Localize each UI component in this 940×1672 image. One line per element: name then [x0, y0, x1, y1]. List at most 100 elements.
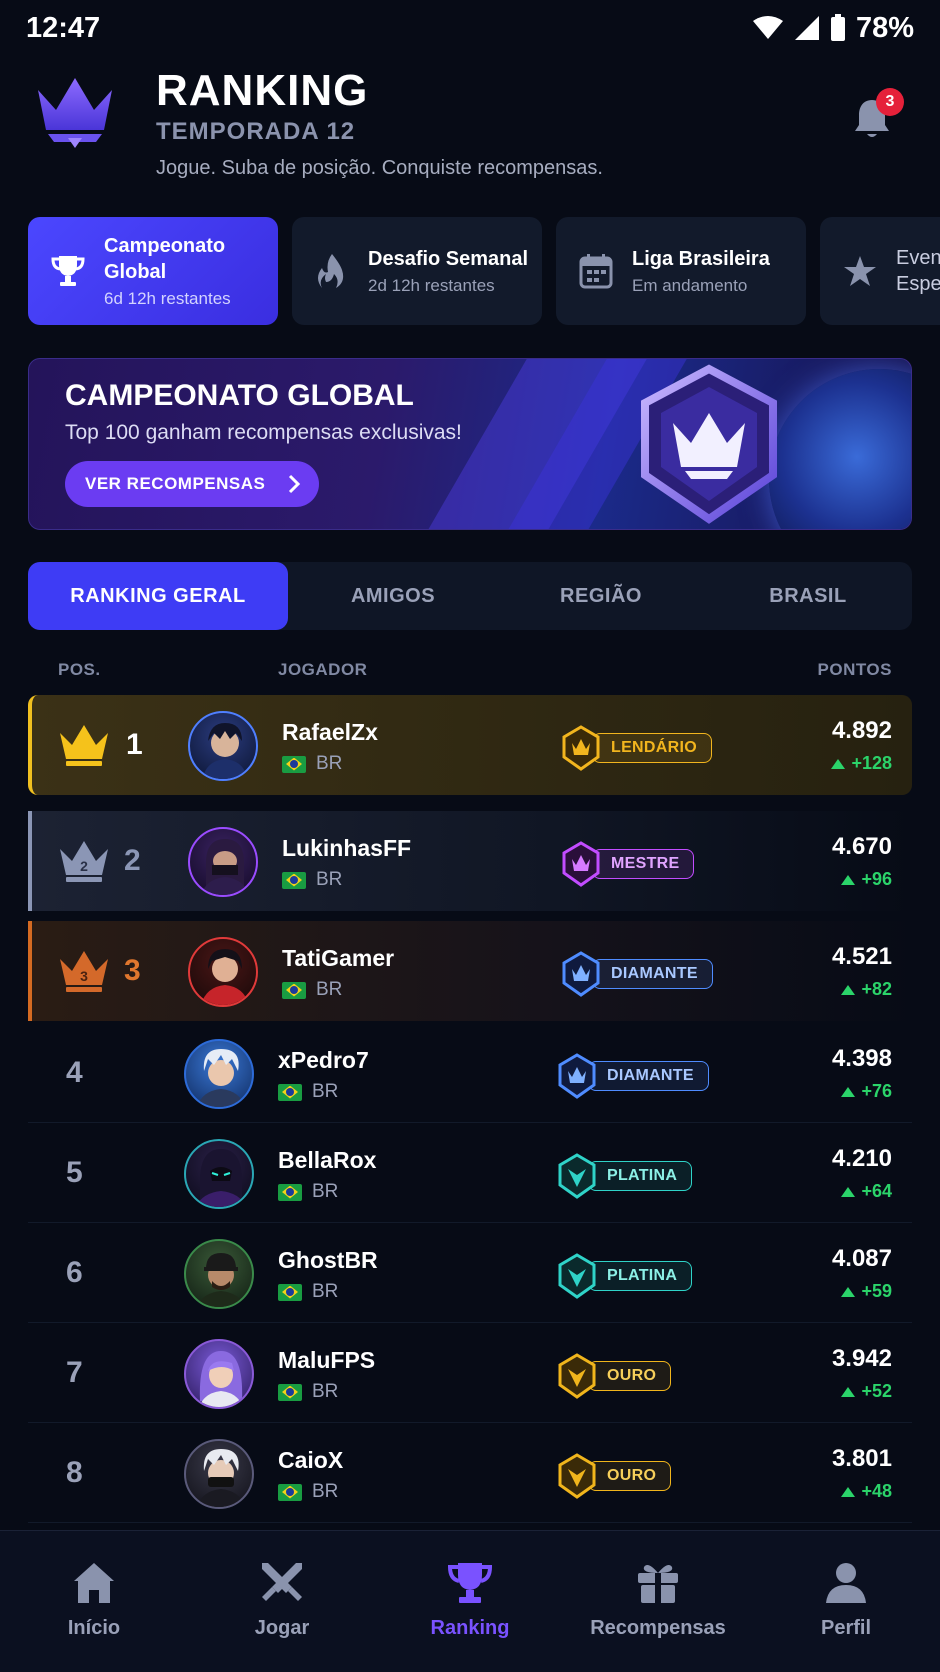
page-title: RANKING — [156, 66, 369, 115]
arrow-up-icon — [841, 1086, 856, 1097]
gift-icon — [638, 1565, 678, 1603]
player-points: 4.670 — [831, 833, 892, 860]
nav-label: Ranking — [430, 1617, 510, 1639]
avatar[interactable] — [188, 711, 258, 781]
tier-label: PLATINA — [588, 1261, 693, 1291]
tier-badge: OURO — [556, 1453, 672, 1499]
event-card-campeonato-global[interactable]: Campeonato Global 6d 12h restantes — [28, 217, 278, 325]
nav-label: Perfil — [820, 1617, 872, 1639]
table-row[interactable]: 6 GhostBR BR PLATINA 4.087 +59 — [28, 1223, 912, 1323]
event-name-line1: Campeonato — [104, 235, 226, 257]
gold-crown-icon — [60, 725, 108, 766]
battery-percent: 78% — [855, 11, 914, 44]
user-icon — [826, 1563, 866, 1603]
nav-item-inicio[interactable]: Início — [0, 1531, 188, 1672]
championship-emblem-icon — [641, 364, 777, 524]
event-time: 6d 12h restantes — [104, 289, 231, 308]
tier-badge: MESTRE — [560, 841, 695, 887]
points-delta: +59 — [861, 1281, 892, 1301]
trophy-icon — [447, 1563, 493, 1603]
position-number: 8 — [66, 1456, 83, 1489]
event-time: 2d 12h restantes — [368, 276, 495, 295]
tab-ranking-geral[interactable]: RANKING GERAL — [28, 562, 288, 630]
avatar[interactable] — [188, 937, 258, 1007]
avatar[interactable] — [184, 1039, 254, 1109]
gold-tier-icon — [558, 1453, 596, 1499]
player-name[interactable]: BellaRox — [278, 1147, 376, 1174]
player-name[interactable]: RafaelZx — [282, 719, 378, 746]
event-card-especial[interactable]: Even Espe — [820, 217, 940, 325]
country-code: BR — [316, 753, 343, 774]
event-time: Em andamento — [632, 276, 748, 295]
player-name[interactable]: MaluFPS — [278, 1347, 375, 1374]
avatar[interactable] — [184, 1239, 254, 1309]
brazil-flag-icon — [278, 1183, 302, 1201]
event-card-desafio-semanal[interactable]: Desafio Semanal 2d 12h restantes — [292, 217, 542, 325]
season-label: TEMPORADA 12 — [156, 118, 356, 145]
tier-badge: DIAMANTE — [560, 951, 713, 997]
points-delta: +64 — [861, 1181, 892, 1201]
home-icon — [74, 1563, 114, 1603]
player-country: BR — [282, 979, 342, 1001]
player-points: 4.087 — [831, 1245, 892, 1272]
tab-amigos[interactable]: AMIGOS — [288, 562, 498, 630]
brazil-flag-icon — [278, 1283, 302, 1301]
player-name[interactable]: TatiGamer — [282, 945, 394, 972]
table-row[interactable]: 2 2 LukinhasFF BR MESTRE 4.670 +96 — [28, 811, 912, 911]
master-tier-icon — [562, 841, 600, 887]
nav-item-jogar[interactable]: Jogar — [188, 1531, 376, 1672]
tier-label: DIAMANTE — [592, 959, 713, 989]
table-row[interactable]: 8 CaioX BR OURO 3.801 +48 — [28, 1423, 912, 1523]
championship-banner[interactable]: CAMPEONATO GLOBAL Top 100 ganham recompe… — [28, 358, 912, 530]
event-name: Desafio Semanal — [368, 248, 529, 270]
position-number: 6 — [66, 1256, 83, 1289]
player-name[interactable]: xPedro7 — [278, 1047, 369, 1074]
player-points: 3.801 — [831, 1445, 892, 1472]
country-code: BR — [312, 1281, 339, 1302]
player-name[interactable]: CaioX — [278, 1447, 343, 1474]
table-row[interactable]: 5 BellaRox BR PLATINA 4.210 +64 — [28, 1123, 912, 1223]
player-points: 4.892 — [831, 717, 892, 744]
points-delta: +52 — [861, 1381, 892, 1401]
avatar[interactable] — [184, 1439, 254, 1509]
brazil-flag-icon — [278, 1483, 302, 1501]
event-card-liga-brasileira[interactable]: Liga Brasileira Em andamento — [556, 217, 806, 325]
tab-brasil[interactable]: BRASIL — [704, 562, 912, 630]
points-delta: +128 — [851, 753, 892, 773]
brazil-flag-icon — [282, 871, 306, 889]
avatar-image-icon — [199, 1351, 243, 1407]
points-change: +64 — [841, 1181, 892, 1202]
avatar-image-icon — [200, 949, 250, 1005]
table-row[interactable]: 3 3 TatiGamer BR DIAMANTE 4.521 +82 — [28, 921, 912, 1021]
avatar-image-icon — [195, 1149, 247, 1207]
signal-icon — [794, 16, 819, 40]
brazil-flag-icon — [278, 1383, 302, 1401]
platinum-tier-icon — [558, 1153, 596, 1199]
view-rewards-button[interactable]: VER RECOMPENSAS — [65, 461, 320, 507]
avatar[interactable] — [188, 827, 258, 897]
swords-icon — [262, 1563, 302, 1601]
avatar-image-icon — [202, 723, 248, 779]
table-row[interactable]: 4 xPedro7 BR DIAMANTE 4.398 +76 — [28, 1023, 912, 1123]
page-tagline: Jogue. Suba de posição. Conquiste recomp… — [156, 157, 603, 179]
nav-item-recompensas[interactable]: Recompensas — [564, 1531, 752, 1672]
player-name[interactable]: LukinhasFF — [282, 835, 411, 862]
flame-icon — [312, 251, 352, 291]
wifi-icon — [752, 16, 783, 39]
country-code: BR — [312, 1181, 339, 1202]
player-points: 4.521 — [831, 943, 892, 970]
gold-tier-icon — [558, 1353, 596, 1399]
position-number: 5 — [66, 1156, 83, 1189]
points-change: +76 — [841, 1081, 892, 1102]
event-name-line2: Global — [104, 261, 167, 283]
nav-item-perfil[interactable]: Perfil — [752, 1531, 940, 1672]
avatar[interactable] — [184, 1339, 254, 1409]
svg-text:2: 2 — [80, 858, 88, 874]
arrow-up-icon — [831, 758, 846, 769]
tab-regiao[interactable]: REGIÃO — [498, 562, 704, 630]
player-name[interactable]: GhostBR — [278, 1247, 378, 1274]
avatar[interactable] — [184, 1139, 254, 1209]
nav-item-ranking[interactable]: Ranking — [376, 1531, 564, 1672]
table-row[interactable]: 1 RafaelZx BR LENDÁRIO 4.892 +128 — [28, 695, 912, 795]
table-row[interactable]: 7 MaluFPS BR OURO 3.942 +52 — [28, 1323, 912, 1423]
